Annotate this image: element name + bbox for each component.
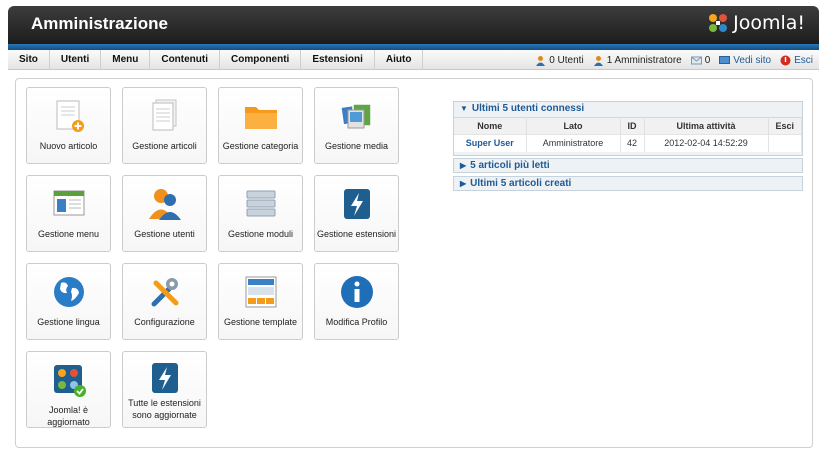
- status-bar: 0 Utenti 1 Amministratore 0 Vedi sito Es…: [535, 50, 813, 70]
- article-manager-icon: [152, 99, 177, 131]
- user-id: 42: [620, 134, 645, 152]
- quickicon-label: Joomla! è aggiornato: [47, 405, 90, 427]
- panel-logged-users-toggle[interactable]: ▼ Ultimi 5 utenti connessi: [460, 102, 584, 116]
- quickicon-category-manager[interactable]: Gestione categoria: [218, 87, 303, 164]
- online-users-label: 0 Utenti: [549, 54, 584, 66]
- joomla-check-icon: [54, 365, 86, 397]
- online-users: 0 Utenti: [535, 54, 584, 66]
- extensions-icon: [344, 189, 370, 219]
- quickicon-extension-manager[interactable]: Gestione estensioni: [314, 175, 399, 252]
- panel-logged-users: ▼ Ultimi 5 utenti connessi Nome Lato ID …: [453, 101, 803, 156]
- media-manager-icon: [339, 103, 372, 129]
- quickicon-configuration[interactable]: Configurazione: [122, 263, 207, 340]
- view-site-label: Vedi sito: [733, 54, 772, 66]
- logout-link[interactable]: Esci: [780, 55, 813, 66]
- col-nome: Nome: [454, 117, 527, 135]
- panel-title: Ultimi 5 articoli creati: [470, 178, 572, 189]
- quickicon-new-article[interactable]: Nuovo articolo: [26, 87, 111, 164]
- admin-header: Amministrazione Joomla!: [8, 6, 819, 44]
- quickicon-language-manager[interactable]: Gestione lingua: [26, 263, 111, 340]
- quickicon-user-manager[interactable]: Gestione utenti: [122, 175, 207, 252]
- quickicon-label: Configurazione: [134, 317, 195, 327]
- main-menu: Sito Utenti Menu Contenuti Componenti Es…: [8, 50, 424, 70]
- logout-label: Esci: [794, 54, 813, 66]
- extensions-icon: [152, 363, 178, 393]
- menu-estensioni[interactable]: Estensioni: [301, 50, 375, 70]
- globe-icon: [54, 277, 84, 307]
- panel-title: 5 articoli più letti: [470, 160, 550, 171]
- user-icon: [536, 55, 546, 66]
- quickicon-label: Gestione utenti: [134, 229, 195, 239]
- menu-contenuti[interactable]: Contenuti: [150, 50, 220, 70]
- online-admins: 1 Amministratore: [593, 55, 682, 66]
- quickicon-edit-profile[interactable]: Modifica Profilo: [314, 263, 399, 340]
- quickicon-joomla-update[interactable]: Joomla! è aggiornato: [26, 351, 111, 428]
- quickicon-label: Gestione media: [324, 141, 389, 151]
- cpanel-content: Nuovo articolo Gestione articoli Gestion…: [15, 78, 813, 448]
- online-admins-label: 1 Amministratore: [606, 54, 682, 66]
- col-esci: Esci: [768, 117, 802, 135]
- message-icon: [690, 56, 702, 64]
- collapsed-arrow-icon: ▶: [460, 179, 467, 188]
- view-site-link[interactable]: Vedi sito: [719, 55, 771, 66]
- monitor-icon: [719, 55, 731, 64]
- col-lato: Lato: [526, 117, 621, 135]
- col-ultima-attivita: Ultima attività: [644, 117, 769, 135]
- logo-text: Joomla!: [733, 12, 805, 34]
- table-row: Super User Amministratore 42 2012-02-04 …: [454, 134, 802, 152]
- messages[interactable]: 0: [690, 54, 711, 66]
- new-article-icon: [56, 100, 84, 132]
- quickicon-media-manager[interactable]: Gestione media: [314, 87, 399, 164]
- panel-popular-articles[interactable]: ▶ 5 articoli più letti: [453, 158, 803, 173]
- quickicon-label: Gestione articoli: [132, 141, 197, 151]
- page-title: Amministrazione: [31, 14, 168, 33]
- menu-sito[interactable]: Sito: [8, 50, 50, 70]
- joomla-logo: Joomla!: [707, 12, 805, 34]
- quickicon-extensions-update[interactable]: Tutte le estensioni sono aggiornate: [122, 351, 207, 428]
- menubar: Sito Utenti Menu Contenuti Componenti Es…: [8, 50, 819, 70]
- quickicon-label: Modifica Profilo: [325, 317, 388, 327]
- quickicon-label: Tutte le estensioni sono aggiornate: [128, 398, 201, 420]
- quickicon-label: Nuovo articolo: [39, 141, 98, 151]
- expanded-arrow-icon: ▼: [460, 104, 468, 113]
- modules-icon: [246, 190, 276, 217]
- quickicon-label: Gestione menu: [37, 229, 100, 239]
- menu-componenti[interactable]: Componenti: [220, 50, 302, 70]
- quickicon-label: Gestione template: [223, 317, 298, 327]
- joomla-logo-icon: [709, 14, 728, 32]
- tools-icon: [151, 278, 179, 307]
- user-side: Amministratore: [526, 134, 621, 152]
- quickicon-label: Gestione moduli: [227, 229, 294, 239]
- user-name-link[interactable]: Super User: [454, 134, 527, 152]
- panel-title: Ultimi 5 utenti connessi: [471, 103, 585, 114]
- info-icon: [341, 276, 373, 308]
- messages-count: 0: [704, 54, 711, 66]
- panel-head: ▶ Ultimi 5 articoli creati: [460, 177, 571, 191]
- col-id: ID: [620, 117, 645, 135]
- quickicon-label: Gestione estensioni: [316, 229, 397, 239]
- user-last-activity: 2012-02-04 14:52:29: [644, 134, 769, 152]
- quickicon-label: Gestione lingua: [37, 317, 100, 327]
- panel-latest-articles[interactable]: ▶ Ultimi 5 articoli creati: [453, 176, 803, 191]
- collapsed-arrow-icon: ▶: [460, 161, 467, 170]
- menu-menu[interactable]: Menu: [101, 50, 151, 70]
- users-icon: [149, 189, 181, 220]
- quickicon-menu-manager[interactable]: Gestione menu: [26, 175, 111, 252]
- quickicon-module-manager[interactable]: Gestione moduli: [218, 175, 303, 252]
- menu-utenti[interactable]: Utenti: [50, 50, 102, 70]
- logged-users-table: Nome Lato ID Ultima attività Esci Super …: [454, 117, 802, 152]
- menu-manager-icon: [53, 190, 85, 216]
- quickicon-article-manager[interactable]: Gestione articoli: [122, 87, 207, 164]
- quickicon-label: Gestione categoria: [222, 141, 299, 151]
- menu-aiuto[interactable]: Aiuto: [375, 50, 424, 70]
- category-folder-icon: [245, 107, 277, 129]
- panel-head: ▶ 5 articoli più letti: [460, 159, 550, 173]
- quickicon-template-manager[interactable]: Gestione template: [218, 263, 303, 340]
- logout-icon: [780, 55, 791, 65]
- admin-icon: [593, 55, 603, 66]
- user-logout[interactable]: [768, 134, 802, 152]
- template-icon: [245, 276, 277, 308]
